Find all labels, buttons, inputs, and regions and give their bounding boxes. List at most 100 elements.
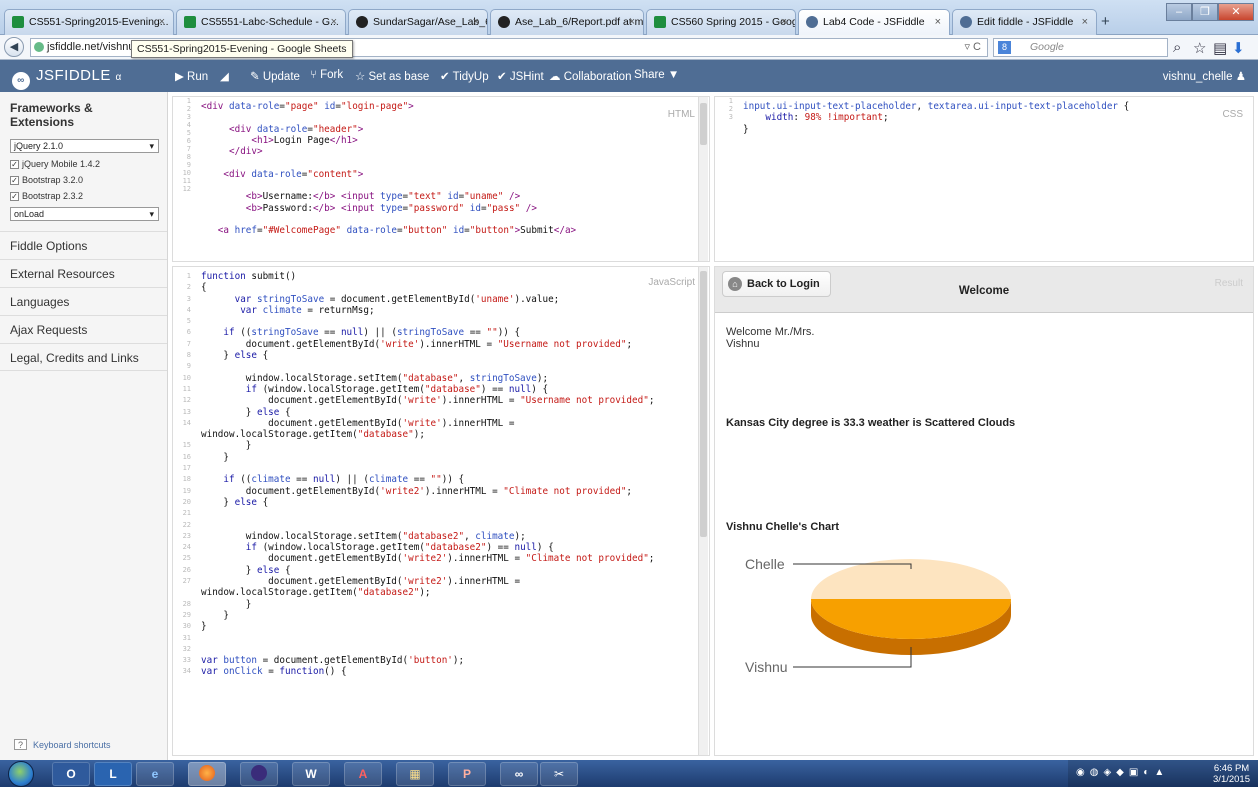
close-icon[interactable]: × [935,10,941,34]
javascript-scrollbar[interactable] [698,267,708,755]
weather-text: Kansas City degree is 33.3 weather is Sc… [726,417,1016,429]
taskbar-app-jsfiddle-icon[interactable]: ∞ [500,762,538,786]
tray-icons[interactable]: ◉◍◈◆▣◐▲ [1076,767,1169,778]
close-icon[interactable]: × [159,10,165,34]
extension-label: Bootstrap 3.2.0 [22,175,84,185]
tidyup-button[interactable]: ✔ TidyUp [440,69,489,83]
sidebar-item-ajax-requests[interactable]: Ajax Requests [0,315,167,343]
jsfiddle-logo[interactable]: ∞ JSFIDDLE α [12,67,122,90]
javascript-panel[interactable]: 1 2 3 4 5 6 7 8 9 10 11 12 13 14 15 16 17 18 19 20 21 22 23 24 2… [172,266,710,756]
jshint-button[interactable]: ✔ JSHint [497,69,544,83]
tab-title: Ase_Lab_6/Report.pdf at m... [515,16,644,28]
checkbox-checked-icon[interactable]: ✓ [10,191,19,201]
scroll-thumb[interactable] [700,271,707,537]
result-panel[interactable]: ⌂ Back to Login Welcome Result Welcome Mr… [714,266,1254,756]
load-type-select[interactable]: onLoad [10,207,159,221]
tab-title: Edit fiddle - JSFiddle [977,16,1074,28]
sheets-icon [12,16,24,28]
sidebar-item-languages[interactable]: Languages [0,287,167,315]
browser-tab[interactable]: SundarSagar/Ase_Lab_6 × [348,9,488,35]
google-icon: 8 [998,41,1011,54]
html-code[interactable]: <div data-role="page" id="login-page"> <… [201,101,576,237]
search-icon[interactable]: ⌕ [1173,39,1181,56]
user-menu[interactable]: vishnu_chelle ♟ [1163,69,1246,83]
taskbar-app-ie-icon[interactable]: e [136,762,174,786]
minimize-button[interactable]: – [1166,3,1192,21]
layout-icon[interactable]: ◢ [220,69,229,83]
close-icon[interactable]: × [331,10,337,34]
pie-label: Vishnu [745,659,788,675]
url-text: jsfiddle.net/vishnu_ [47,41,141,53]
close-icon[interactable]: × [473,10,479,34]
logo-text: JSFIDDLE [36,67,111,84]
taskbar-app-outlook-icon[interactable]: O [52,762,90,786]
browser-tab[interactable]: Edit fiddle - JSFiddle × [952,9,1097,35]
browser-tab[interactable]: Ase_Lab_6/Report.pdf at m... × [490,9,644,35]
set-as-base-button[interactable]: ☆ Set as base [355,69,429,83]
result-page-title: Welcome [958,285,1010,297]
username: vishnu_chelle [1162,71,1233,83]
close-icon[interactable]: × [781,10,787,34]
javascript-code[interactable]: function submit() { var stringToSave = d… [201,271,654,678]
back-arrow-icon[interactable]: ◀ [4,37,24,57]
restore-button[interactable]: ❐ [1192,3,1218,21]
frameworks-heading[interactable]: Frameworks & Extensions [0,92,167,135]
browser-tab[interactable]: CS560 Spring 2015 - Googl... × [646,9,796,35]
start-button[interactable] [8,761,34,787]
browser-tab[interactable]: CS5551-Labc-Schedule - G... × [176,9,346,35]
help-icon: ? [14,739,27,750]
html-scrollbar[interactable] [698,97,708,261]
taskbar-app-powerpoint-icon[interactable]: P [448,762,486,786]
checkbox-checked-icon[interactable]: ✓ [10,159,19,169]
new-tab-icon[interactable]: + [1101,13,1110,30]
keyboard-shortcuts-label: Keyboard shortcuts [33,740,111,750]
framework-select[interactable]: jQuery 2.1.0 [10,139,159,153]
reload-icon[interactable]: ▿ C [964,39,981,56]
keyboard-shortcuts-link[interactable]: ? Keyboard shortcuts [14,739,111,750]
extension-label: Bootstrap 2.3.2 [22,191,84,201]
taskbar-app-explorer-icon[interactable]: ▦ [396,762,434,786]
pie-chart: Chelle Vishnu [725,541,1097,691]
github-icon [356,16,368,28]
taskbar-app-lync-icon[interactable]: L [94,762,132,786]
tab-title: CS5551-Labc-Schedule - G... [201,16,339,28]
update-button[interactable]: ✎ Update [250,69,300,83]
css-panel[interactable]: 123 input.ui-input-text-placeholder, tex… [714,96,1254,262]
bookmarks-menu-icon[interactable]: ▤ [1213,39,1227,57]
extension-checkbox[interactable]: ✓ Bootstrap 3.2.0 [10,175,157,185]
tab-title: CS560 Spring 2015 - Googl... [671,16,796,28]
windows-taskbar: O L e W A ▦ P ∞ ✂ ◉◍◈◆▣◐▲ 6:46 PM 3/1/20… [0,760,1258,787]
close-window-button[interactable]: ✕ [1218,3,1254,21]
sidebar-item-legal[interactable]: Legal, Credits and Links [0,343,167,371]
sidebar-item-external-resources[interactable]: External Resources [0,259,167,287]
extension-checkbox[interactable]: ✓ jQuery Mobile 1.4.2 [10,159,157,169]
extension-checkbox[interactable]: ✓ Bootstrap 2.3.2 [10,191,157,201]
collaboration-button[interactable]: ☁ Collaboration [549,69,631,83]
browser-tab-active[interactable]: Lab4 Code - JSFiddle × [798,9,950,36]
sidebar: Frameworks & Extensions jQuery 2.1.0 ✓jQ… [0,92,168,760]
taskbar-app-firefox-icon[interactable] [188,762,226,786]
sidebar-item-fiddle-options[interactable]: Fiddle Options [0,231,167,259]
html-panel[interactable]: 1 2 3 4 5 6 7 8 9 10 11 12 <div data-role="page" id… [172,96,710,262]
close-icon[interactable]: × [1082,10,1088,34]
clock[interactable]: 6:46 PM 3/1/2015 [1213,763,1250,785]
run-button[interactable]: ▶ Run [175,69,208,83]
browser-tab[interactable]: CS551-Spring2015-Evening... × [4,9,174,35]
fork-button[interactable]: ⑂ Fork [310,69,343,81]
search-input[interactable]: 8 Google [993,38,1168,57]
tab-title: SundarSagar/Ase_Lab_6 [373,16,488,28]
css-code[interactable]: input.ui-input-text-placeholder, textare… [743,101,1129,135]
taskbar-app-word-icon[interactable]: W [292,762,330,786]
welcome-line: Welcome Mr./Mrs. [726,326,815,338]
download-icon[interactable]: ⬇ [1232,39,1245,57]
result-header: ⌂ Back to Login Welcome Result [715,267,1253,313]
jsfiddle-toolbar: ∞ JSFIDDLE α ▶ Run ◢ ✎ Update ⑂ Fork ☆ Se… [0,60,1258,92]
taskbar-app-eclipse-icon[interactable] [240,762,278,786]
checkbox-checked-icon[interactable]: ✓ [10,175,19,185]
taskbar-app-snipping-icon[interactable]: ✂ [540,762,578,786]
scroll-thumb[interactable] [700,103,707,145]
share-button[interactable]: Share ▼ [634,69,679,81]
taskbar-app-acrobat-icon[interactable]: A [344,762,382,786]
close-icon[interactable]: × [629,10,635,34]
bookmark-star-icon[interactable]: ☆ [1193,39,1206,57]
